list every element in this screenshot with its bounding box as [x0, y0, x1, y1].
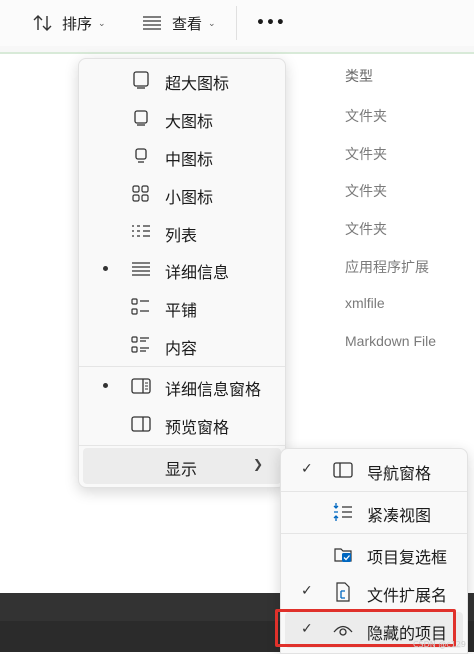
- sort-button[interactable]: 排序 ⌄: [32, 8, 106, 38]
- submenu-item-file-extensions[interactable]: ✓ 文件扩展名: [285, 574, 463, 610]
- large-icons-icon: [131, 108, 151, 128]
- menu-item-label: 大图标: [165, 112, 214, 131]
- content-border: [0, 52, 474, 54]
- more-icon: •••: [256, 15, 286, 31]
- submenu-item-label: 紧凑视图: [367, 506, 432, 525]
- menu-item-label: 中图标: [165, 150, 214, 169]
- submenu-item-navigation-pane[interactable]: ✓ 导航窗格: [285, 452, 463, 488]
- file-type-cell: 应用程序扩展: [345, 259, 429, 275]
- tiles-icon: [131, 297, 151, 317]
- selected-dot-icon: [103, 266, 108, 271]
- menu-item-extra-large-icons[interactable]: 超大图标: [83, 62, 281, 98]
- submenu-item-label: 文件扩展名: [367, 586, 448, 605]
- checkmark-icon: ✓: [301, 583, 313, 599]
- menu-item-small-icons[interactable]: 小图标: [83, 176, 281, 212]
- menu-divider: [79, 445, 285, 446]
- small-icons-icon: [131, 184, 151, 204]
- file-type-cell: 文件夹: [345, 221, 387, 237]
- sort-icon: [32, 13, 54, 33]
- view-button[interactable]: 查看 ⌄: [142, 8, 216, 38]
- menu-item-label: 小图标: [165, 188, 214, 207]
- menu-item-details[interactable]: 详细信息: [83, 251, 281, 287]
- menu-item-label: 平铺: [165, 301, 198, 320]
- medium-icons-icon: [131, 146, 151, 166]
- menu-divider: [79, 366, 285, 367]
- content-icon: [131, 335, 151, 355]
- preview-pane-icon: [131, 414, 151, 434]
- menu-item-label: 内容: [165, 339, 198, 358]
- file-type-cell: 文件夹: [345, 183, 387, 199]
- menu-item-label: 详细信息窗格: [165, 380, 262, 399]
- menu-item-label: 列表: [165, 226, 198, 245]
- menu-item-large-icons[interactable]: 大图标: [83, 100, 281, 136]
- view-label: 查看: [172, 14, 203, 33]
- checkmark-icon: ✓: [301, 461, 313, 477]
- submenu-item-label: 导航窗格: [367, 464, 432, 483]
- compact-view-icon: [333, 502, 353, 522]
- toolbar-divider: [236, 6, 237, 40]
- file-type-cell: xmlfile: [345, 295, 385, 311]
- file-type-cell: 文件夹: [345, 108, 387, 124]
- menu-divider: [281, 533, 467, 534]
- chevron-down-icon: ⌄: [208, 19, 216, 29]
- submenu-item-item-checkboxes[interactable]: 项目复选框: [285, 536, 463, 572]
- details-pane-icon: [131, 376, 151, 396]
- file-type-cell: 文件夹: [345, 146, 387, 162]
- selected-dot-icon: [103, 383, 108, 388]
- command-bar: 排序 ⌄ 查看 ⌄ •••: [0, 0, 474, 46]
- watermark: CSDN @c129: [412, 640, 466, 649]
- sort-label: 排序: [62, 14, 93, 33]
- menu-item-label: 显示: [165, 460, 198, 479]
- details-icon: [131, 259, 151, 279]
- menu-item-medium-icons[interactable]: 中图标: [83, 138, 281, 174]
- menu-divider: [281, 491, 467, 492]
- menu-item-tiles[interactable]: 平铺: [83, 289, 281, 325]
- more-options-button[interactable]: •••: [256, 8, 286, 38]
- navigation-pane-icon: [333, 460, 353, 480]
- menu-item-label: 预览窗格: [165, 418, 230, 437]
- chevron-right-icon: ❯: [252, 457, 263, 471]
- menu-item-label: 超大图标: [165, 74, 230, 93]
- file-extension-icon: [333, 582, 353, 602]
- extra-large-icons-icon: [131, 70, 151, 90]
- chevron-down-icon: ⌄: [98, 19, 106, 29]
- file-type-cell: Markdown File: [345, 333, 437, 349]
- list-icon: [131, 222, 151, 242]
- type-column-header[interactable]: 类型: [345, 66, 373, 86]
- menu-item-content[interactable]: 内容: [83, 327, 281, 363]
- menu-item-preview-pane[interactable]: 预览窗格: [83, 406, 281, 442]
- item-checkbox-icon: [333, 544, 353, 564]
- menu-item-show[interactable]: 显示 ❯: [83, 448, 281, 484]
- menu-item-label: 详细信息: [165, 263, 230, 282]
- menu-item-list[interactable]: 列表: [83, 214, 281, 250]
- view-icon: [142, 15, 162, 31]
- submenu-item-label: 项目复选框: [367, 548, 448, 567]
- menu-item-details-pane[interactable]: 详细信息窗格: [83, 368, 281, 404]
- submenu-item-compact-view[interactable]: 紧凑视图: [285, 494, 463, 530]
- view-menu: 超大图标 大图标 中图标 小图标 列表 详细信息 平铺 内容 详细信息窗格 预览…: [78, 58, 286, 488]
